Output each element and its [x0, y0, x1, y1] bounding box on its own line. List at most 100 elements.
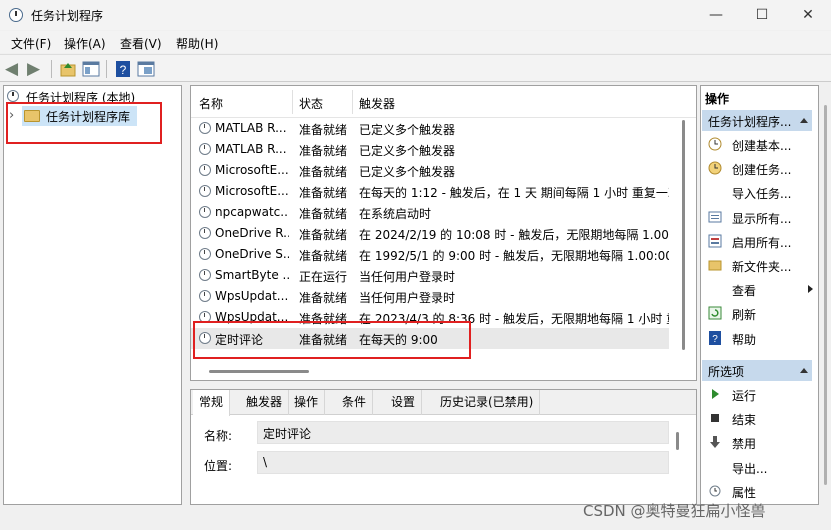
task-row[interactable]: SmartByte ... 正在运行 当任何用户登录时 — [191, 265, 669, 286]
action-item[interactable]: ? 帮助 — [703, 328, 815, 350]
task-status: 准备就绪 — [299, 165, 348, 179]
task-status: 准备就绪 — [299, 186, 348, 200]
tab-triggers[interactable]: 触发器 — [240, 390, 290, 415]
action-item[interactable]: 启用所有... — [703, 231, 815, 253]
action-label: 帮助 — [732, 332, 757, 347]
back-arrow-icon[interactable]: ◀ — [5, 59, 25, 79]
task-trigger: 当任何用户登录时 — [359, 291, 456, 305]
task-clock-icon — [199, 269, 211, 281]
annotation-highlight-box — [6, 102, 162, 144]
action-item[interactable]: 禁用 — [703, 432, 815, 454]
action-item[interactable]: 创建基本... — [703, 134, 815, 156]
actions-pane: 操作 任务计划程序... 创建基本... 创建任务... 导入任务... 显示所有..… — [700, 85, 819, 505]
action-label: 启用所有... — [732, 235, 792, 250]
action-item[interactable]: 刷新 — [703, 303, 815, 325]
scrollbar-thumb[interactable] — [824, 105, 827, 485]
task-clock-icon — [199, 143, 211, 155]
column-divider[interactable] — [292, 90, 293, 114]
list-vertical-scrollbar[interactable] — [669, 118, 696, 380]
svg-text:?: ? — [712, 334, 718, 345]
enable-history-icon — [708, 234, 722, 248]
tab-history[interactable]: 历史记录(已禁用) — [434, 390, 541, 415]
show-hide-tree-icon[interactable] — [81, 59, 101, 79]
collapse-triangle-icon[interactable] — [800, 368, 808, 373]
forward-arrow-icon[interactable]: ▶ — [27, 59, 47, 79]
action-label: 创建任务... — [732, 163, 792, 178]
task-clock-icon — [199, 248, 211, 260]
task-row[interactable]: MATLAB R... 准备就绪 已定义多个触发器 — [191, 118, 669, 139]
task-status: 准备就绪 — [299, 144, 348, 158]
column-divider[interactable] — [352, 90, 353, 114]
toolbar: ◀ ▶ ? — [0, 54, 831, 82]
display-running-tasks-icon — [708, 210, 722, 224]
action-label: 查看 — [732, 284, 757, 299]
action-item[interactable]: 新文件夹... — [703, 255, 815, 277]
menu-file[interactable]: 文件(F) — [11, 35, 51, 52]
menu-view[interactable]: 查看(V) — [120, 35, 162, 52]
collapse-triangle-icon[interactable] — [800, 118, 808, 123]
list-horizontal-scrollbar[interactable] — [209, 370, 309, 373]
properties-icon[interactable] — [136, 59, 156, 79]
action-item[interactable]: 导出... — [703, 457, 815, 479]
tab-settings[interactable]: 设置 — [385, 390, 423, 415]
task-row[interactable]: MATLAB R... 准备就绪 已定义多个触发器 — [191, 139, 669, 160]
toolbar-separator — [51, 60, 52, 78]
task-status: 准备就绪 — [299, 249, 348, 263]
maximize-button[interactable]: ☐ — [739, 0, 785, 30]
tab-conditions[interactable]: 条件 — [336, 390, 374, 415]
task-trigger: 已定义多个触发器 — [359, 165, 456, 179]
task-row[interactable]: npcapwatc... 准备就绪 在系统启动时 — [191, 202, 669, 223]
task-clock-icon — [199, 290, 211, 302]
actions-scrollbar[interactable] — [822, 85, 830, 505]
action-item[interactable]: 运行 — [703, 384, 815, 406]
action-item[interactable]: 创建任务... — [703, 158, 815, 180]
task-name: OneDrive R... — [215, 226, 289, 240]
run-icon — [708, 387, 722, 401]
section-label: 所选项 — [708, 365, 745, 379]
action-item[interactable]: 查看 — [703, 279, 815, 301]
task-scheduler-app-icon — [9, 8, 23, 22]
task-row[interactable]: MicrosoftE... 准备就绪 已定义多个触发器 — [191, 160, 669, 181]
task-name: SmartByte ... — [215, 268, 289, 282]
actions-section-selected[interactable]: 所选项 — [702, 360, 812, 381]
task-name: MicrosoftE... — [215, 163, 289, 177]
column-header-trigger[interactable]: 触发器 — [359, 95, 395, 112]
task-row[interactable]: WpsUpdat... 准备就绪 当任何用户登录时 — [191, 286, 669, 307]
close-button[interactable]: ✕ — [785, 0, 831, 30]
task-name: OneDrive S... — [215, 247, 289, 261]
menu-action[interactable]: 操作(A) — [64, 35, 106, 52]
help-icon[interactable]: ? — [113, 59, 133, 79]
action-label: 禁用 — [732, 437, 757, 452]
tab-general[interactable]: 常规 — [193, 390, 231, 416]
task-row[interactable]: MicrosoftE... 准备就绪 在每天的 1:12 - 触发后，在 1 天 期… — [191, 181, 671, 202]
task-row[interactable]: OneDrive S... 准备就绪在 1992/5/1 的 9:00 时 - 触… — [191, 244, 671, 265]
name-field[interactable]: 定时评论 — [257, 421, 669, 444]
up-folder-icon[interactable] — [58, 59, 78, 79]
action-item[interactable]: 结束 — [703, 408, 815, 430]
actions-section-library[interactable]: 任务计划程序... — [702, 110, 812, 131]
action-label: 新文件夹... — [732, 260, 792, 274]
task-row[interactable]: OneDrive R... 准备就绪在 2024/2/19 的 10:08 时 -… — [191, 223, 671, 244]
task-trigger: 在 2024/2/19 的 10:08 时 - 触发后，无限期地每隔 1.00:… — [359, 228, 671, 242]
column-header-name[interactable]: 名称 — [199, 95, 223, 112]
menu-help[interactable]: 帮助(H) — [176, 35, 218, 52]
svg-text:?: ? — [120, 63, 127, 77]
minimize-button[interactable]: — — [693, 0, 739, 30]
task-trigger: 已定义多个触发器 — [359, 144, 456, 158]
scrollbar-thumb[interactable] — [682, 120, 685, 350]
tab-actions[interactable]: 操作 — [288, 390, 326, 415]
action-item[interactable]: 显示所有... — [703, 207, 815, 229]
task-status: 准备就绪 — [299, 207, 348, 221]
task-name: MATLAB R... — [215, 121, 287, 135]
location-field[interactable]: \ — [257, 451, 669, 474]
task-name: MATLAB R... — [215, 142, 287, 156]
action-label: 结束 — [732, 413, 757, 428]
details-scrollbar[interactable] — [676, 432, 679, 450]
column-header-status[interactable]: 状态 — [299, 95, 323, 112]
menu-bar: 文件(F) 操作(A) 查看(V) 帮助(H) — [0, 31, 831, 53]
end-icon — [708, 411, 722, 425]
action-item[interactable]: 导入任务... — [703, 182, 815, 204]
task-name: MicrosoftE... — [215, 184, 289, 198]
task-clock-icon — [199, 185, 211, 197]
submenu-arrow-icon — [808, 285, 813, 294]
